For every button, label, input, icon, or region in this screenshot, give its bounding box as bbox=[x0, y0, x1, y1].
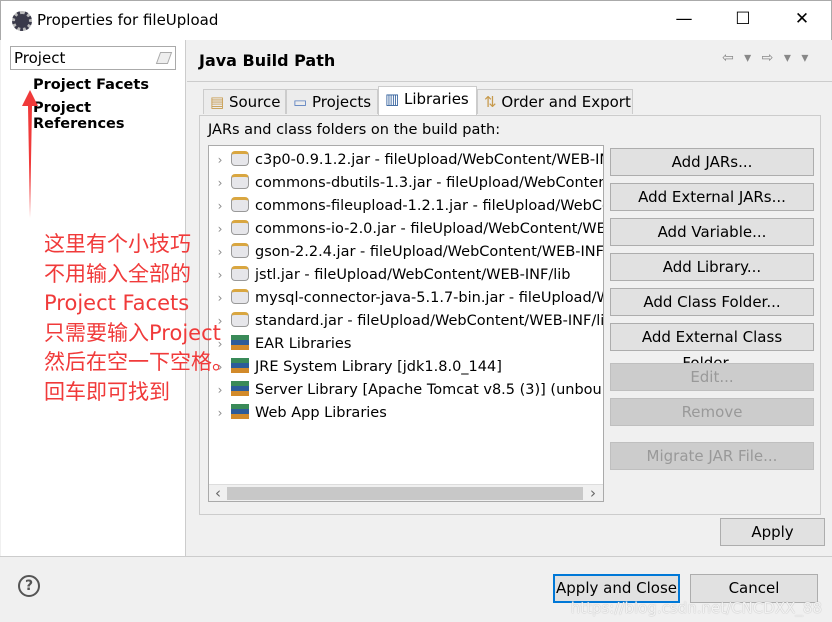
tab-projects[interactable]: ▭ Projects bbox=[286, 89, 378, 114]
maximize-button[interactable]: ☐ bbox=[728, 9, 758, 29]
library-item-label: JRE System Library [jdk1.8.0_144] bbox=[255, 359, 502, 375]
source-folder-icon: ▤ bbox=[210, 93, 225, 111]
add-class-folder-button[interactable]: Add Class Folder... bbox=[610, 288, 814, 316]
library-item[interactable]: › JRE System Library [jdk1.8.0_144] bbox=[209, 356, 603, 379]
library-item-label: jstl.jar - fileUpload/WebContent/WEB-INF… bbox=[255, 267, 571, 283]
library-item[interactable]: › Web App Libraries bbox=[209, 402, 603, 425]
remove-button: Remove bbox=[610, 398, 814, 426]
tab-order-and-export[interactable]: ⇅ Order and Export bbox=[477, 89, 633, 114]
minimize-button[interactable]: — bbox=[669, 9, 699, 29]
add-jars-button[interactable]: Add JARs... bbox=[610, 148, 814, 176]
apply-button[interactable]: Apply bbox=[720, 518, 825, 546]
library-item[interactable]: › EAR Libraries bbox=[209, 333, 603, 356]
help-icon[interactable]: ? bbox=[18, 575, 40, 597]
jar-icon bbox=[231, 312, 249, 327]
scroll-thumb[interactable] bbox=[227, 487, 583, 500]
library-item-label: gson-2.2.4.jar - fileUpload/WebContent/W… bbox=[255, 244, 604, 260]
library-item-label: Web App Libraries bbox=[255, 405, 387, 421]
libraries-label: JARs and class folders on the build path… bbox=[208, 122, 501, 138]
library-item-label: commons-io-2.0.jar - fileUpload/WebConte… bbox=[255, 221, 604, 237]
tab-source[interactable]: ▤ Source bbox=[203, 89, 286, 114]
library-item[interactable]: › commons-io-2.0.jar - fileUpload/WebCont… bbox=[209, 218, 603, 241]
library-icon bbox=[231, 335, 249, 350]
add-variable-button[interactable]: Add Variable... bbox=[610, 218, 814, 246]
edit-button: Edit... bbox=[610, 363, 814, 391]
order-export-icon: ⇅ bbox=[484, 93, 497, 111]
migrate-jar-file-button: Migrate JAR File... bbox=[610, 442, 814, 470]
filter-input[interactable]: Project bbox=[10, 46, 176, 70]
page-header: Java Build Path ⇦ ▾ ⇨ ▾ ▾ bbox=[187, 40, 832, 82]
jar-icon bbox=[231, 220, 249, 235]
library-item-label: EAR Libraries bbox=[255, 336, 352, 352]
jar-icon bbox=[231, 266, 249, 281]
library-icon bbox=[231, 381, 249, 396]
libraries-tree[interactable]: › c3p0-0.9.1.2.jar - fileUpload/WebConten… bbox=[208, 145, 604, 502]
jar-icon bbox=[231, 197, 249, 212]
jar-icon bbox=[231, 289, 249, 304]
library-item-label: commons-fileupload-1.2.1.jar - fileUploa… bbox=[255, 198, 604, 214]
library-item[interactable]: › mysql-connector-java-5.1.7-bin.jar - fi… bbox=[209, 287, 603, 310]
add-library-button[interactable]: Add Library... bbox=[610, 253, 814, 281]
jar-icon bbox=[231, 174, 249, 189]
watermark: https://blog.csdn.net/CNCDXX_88 bbox=[570, 599, 822, 617]
footer: ? Apply and Close Cancel https://blog.cs… bbox=[0, 556, 832, 622]
library-icon bbox=[231, 404, 249, 419]
expand-chevron-icon[interactable]: › bbox=[209, 172, 231, 195]
library-item[interactable]: › Server Library [Apache Tomcat v8.5 (3)]… bbox=[209, 379, 603, 402]
library-item[interactable]: › commons-fileupload-1.2.1.jar - fileUplo… bbox=[209, 195, 603, 218]
libraries-tab-content: JARs and class folders on the build path… bbox=[199, 115, 821, 515]
library-item[interactable]: › standard.jar - fileUpload/WebContent/WE… bbox=[209, 310, 603, 333]
navigation-arrows-icon[interactable]: ⇦ ▾ ⇨ ▾ ▾ bbox=[722, 50, 811, 66]
title-bar: Properties for fileUpload — ☐ ✕ bbox=[0, 0, 832, 40]
right-panel: Java Build Path ⇦ ▾ ⇨ ▾ ▾ ▤ Source ▭ Pro… bbox=[187, 40, 832, 556]
jar-icon bbox=[231, 243, 249, 258]
expand-chevron-icon[interactable]: › bbox=[209, 149, 231, 172]
add-external-jars-button[interactable]: Add External JARs... bbox=[610, 183, 814, 211]
library-item-label: Server Library [Apache Tomcat v8.5 (3)] … bbox=[255, 382, 604, 398]
eclipse-gear-icon bbox=[12, 11, 32, 31]
close-button[interactable]: ✕ bbox=[787, 9, 817, 29]
library-item-label: commons-dbutils-1.3.jar - fileUpload/Web… bbox=[255, 175, 603, 191]
expand-chevron-icon[interactable]: › bbox=[209, 195, 231, 218]
red-arrow-annotation bbox=[22, 90, 38, 218]
library-item[interactable]: › jstl.jar - fileUpload/WebContent/WEB-IN… bbox=[209, 264, 603, 287]
library-item-label: c3p0-0.9.1.2.jar - fileUpload/WebContent… bbox=[255, 152, 604, 168]
jar-icon bbox=[231, 151, 249, 166]
libraries-icon: ▥ bbox=[385, 90, 400, 108]
tree-item-project-references[interactable]: Project References bbox=[33, 100, 185, 132]
tab-libraries[interactable]: ▥ Libraries bbox=[378, 86, 477, 115]
library-icon bbox=[231, 358, 249, 373]
page-title: Java Build Path bbox=[199, 51, 336, 70]
library-item-label: mysql-connector-java-5.1.7-bin.jar - fil… bbox=[255, 290, 603, 306]
projects-folder-icon: ▭ bbox=[293, 93, 308, 111]
add-external-class-folder-button[interactable]: Add External Class Folder... bbox=[610, 323, 814, 372]
scroll-right-icon[interactable]: › bbox=[590, 484, 596, 501]
annotation-text: 这里有个小技巧 不用输入全部的 Project Facets 只需要输入Proj… bbox=[44, 232, 233, 404]
library-item[interactable]: › commons-dbutils-1.3.jar - fileUpload/We… bbox=[209, 172, 603, 195]
tree-item-project-facets[interactable]: Project Facets bbox=[33, 77, 149, 93]
library-item-label: standard.jar - fileUpload/WebContent/WEB… bbox=[255, 313, 604, 329]
library-item[interactable]: › c3p0-0.9.1.2.jar - fileUpload/WebConten… bbox=[209, 149, 603, 172]
window-title: Properties for fileUpload bbox=[37, 11, 219, 29]
scroll-left-icon[interactable]: ‹ bbox=[215, 484, 221, 501]
tree-horizontal-scrollbar[interactable]: ‹ › bbox=[209, 484, 603, 501]
library-item[interactable]: › gson-2.2.4.jar - fileUpload/WebContent/… bbox=[209, 241, 603, 264]
